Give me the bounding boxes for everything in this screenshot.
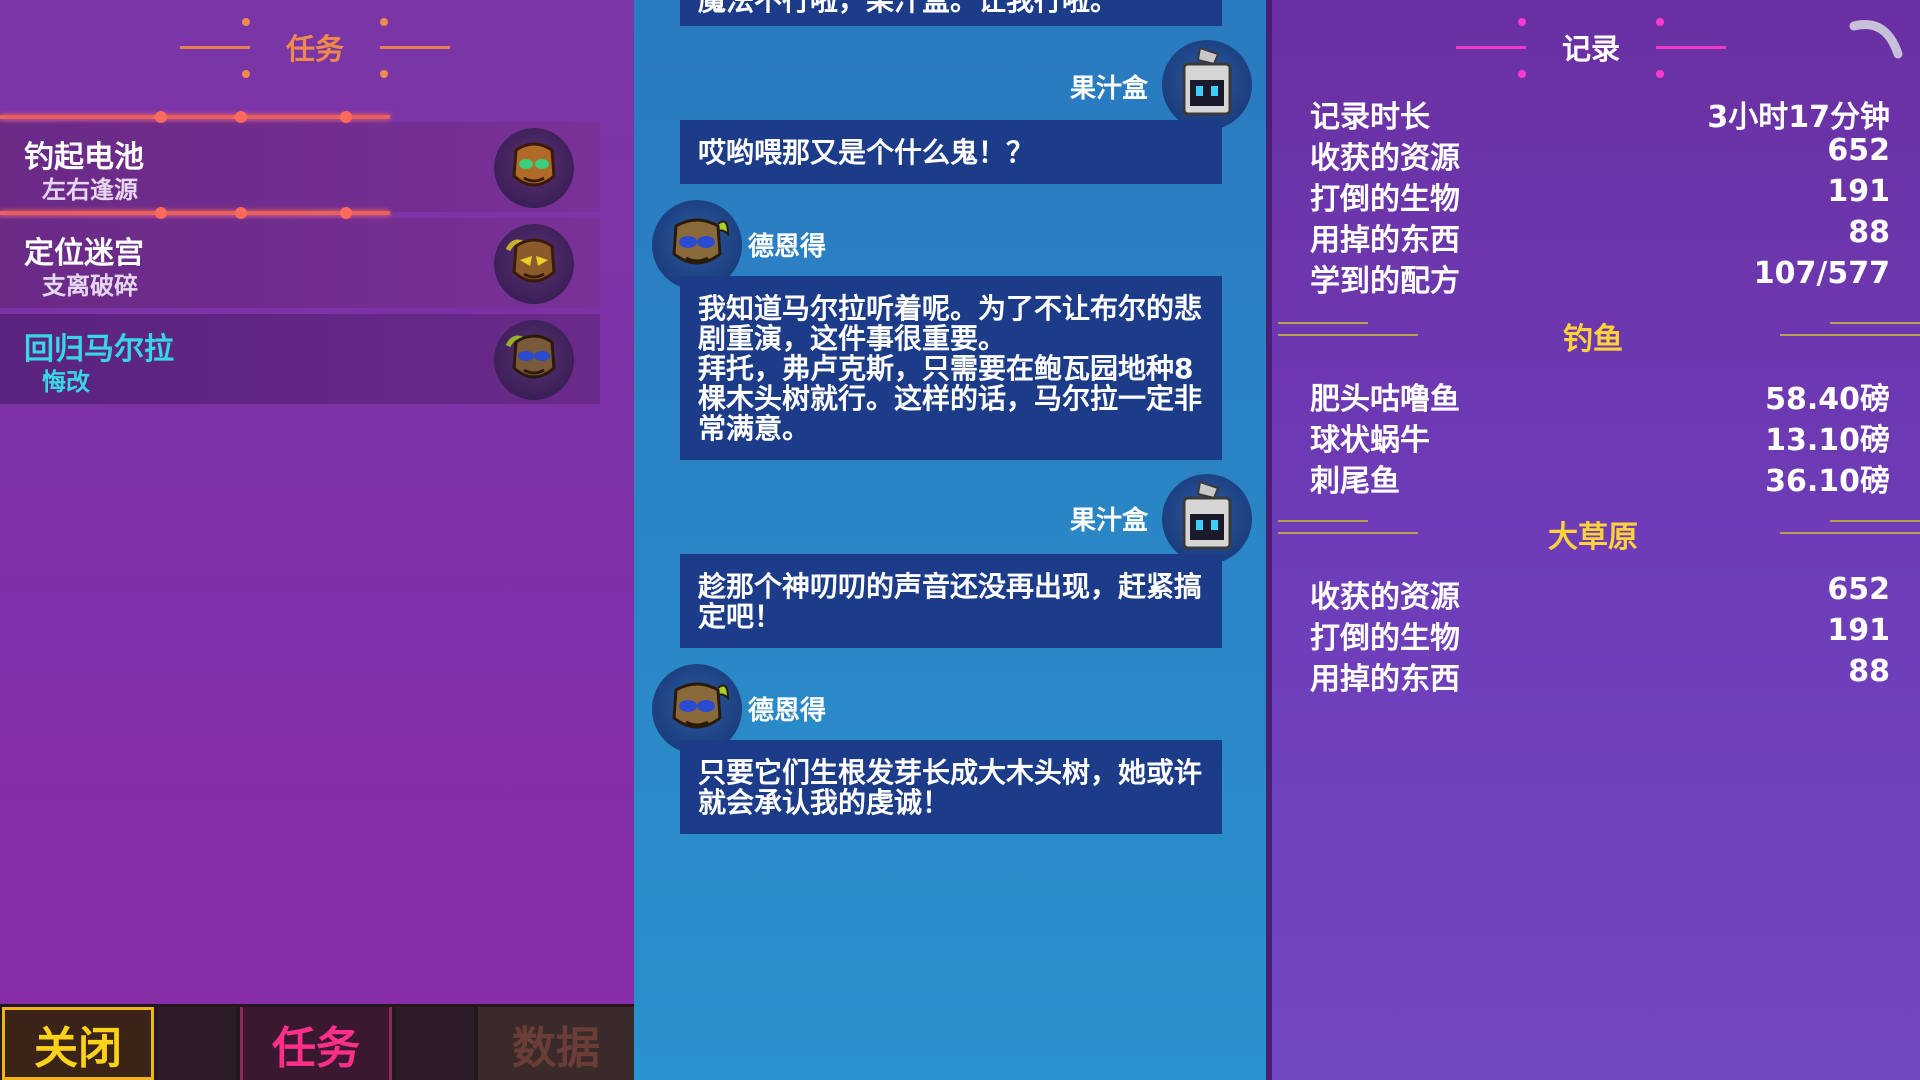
- section-header-fishing: 钓鱼: [1266, 314, 1920, 358]
- dialogue-bubble: 哎哟喂那又是个什么鬼！？: [680, 120, 1222, 184]
- mask-portrait-icon: [494, 320, 574, 400]
- section-header-grassland: 大草原: [1266, 512, 1920, 556]
- dialogue-panel: 魔法不行啦，果汁盒。让我行啦。 果汁盒 哎哟喂那又是个什么鬼！？ 德恩得 我知道…: [634, 0, 1266, 1080]
- dialogue-bubble-partial: 魔法不行啦，果汁盒。让我行啦。: [680, 0, 1222, 26]
- robot-juicebox-icon: [1162, 474, 1252, 564]
- mask-portrait-icon: [494, 224, 574, 304]
- stat-row: 收获的资源 652: [1310, 572, 1890, 615]
- record-panel-header: 记录: [1456, 18, 1726, 78]
- quest-subtitle: 支离破碎: [42, 272, 138, 300]
- dialogue-text: 魔法不行啦，果汁盒。让我行啦。: [698, 0, 1119, 17]
- stat-row: 肥头咕噜鱼 58.40磅: [1310, 374, 1890, 417]
- mask-portrait-icon: [494, 128, 574, 208]
- dialogue-bubble: 只要它们生根发芽长成大木头树，她或许就会承认我的虔诚！: [680, 740, 1222, 834]
- stat-row: 用掉的东西 88: [1310, 215, 1890, 258]
- stat-value: 88: [1848, 654, 1890, 689]
- stat-row: 球状蜗牛 13.10磅: [1310, 415, 1890, 458]
- tab-data[interactable]: 数据: [478, 1007, 634, 1080]
- stat-row: 收获的资源 652: [1310, 133, 1890, 176]
- quest-subtitle: 左右逢源: [42, 176, 138, 204]
- stat-value: 88: [1848, 215, 1890, 250]
- quest-separator: [0, 207, 390, 219]
- stat-value: 652: [1827, 133, 1890, 168]
- stat-label: 记录时长: [1310, 100, 1430, 135]
- stat-row: 刺尾鱼 36.10磅: [1310, 456, 1890, 499]
- dialogue-bubble: 趁那个神叨叨的声音还没再出现，赶紧搞定吧！: [680, 554, 1222, 648]
- quest-item-maze[interactable]: 定位迷宫 支离破碎: [0, 207, 600, 308]
- stat-label: 肥头咕噜鱼: [1310, 382, 1460, 417]
- record-panel-title: 记录: [1561, 32, 1620, 66]
- stat-value: 3小时17分钟: [1707, 100, 1890, 135]
- quest-separator: [0, 111, 390, 123]
- stat-label: 收获的资源: [1310, 580, 1460, 615]
- stat-value: 107/577: [1753, 256, 1890, 291]
- robot-juicebox-icon: [1162, 40, 1252, 130]
- quest-panel-title: 任务: [285, 32, 344, 66]
- stat-value: 191: [1827, 174, 1890, 209]
- stat-value: 13.10磅: [1765, 423, 1890, 458]
- record-panel: 记录 记录时长 3小时17分钟 收获的资源 652 打倒的生物 191 用掉的东…: [1266, 0, 1920, 1080]
- stat-label: 用掉的东西: [1310, 662, 1460, 697]
- stat-label: 球状蜗牛: [1310, 423, 1430, 458]
- stat-row: 打倒的生物 191: [1310, 613, 1890, 656]
- section-title: 钓鱼: [1563, 322, 1623, 357]
- close-button[interactable]: 关闭: [2, 1007, 154, 1080]
- stat-row: 用掉的东西 88: [1310, 654, 1890, 697]
- stat-row: 学到的配方 107/577: [1310, 256, 1890, 299]
- stat-value: 191: [1827, 613, 1890, 648]
- dialogue-text: 趁那个神叨叨的声音还没再出现，赶紧搞定吧！: [698, 570, 1203, 633]
- dialogue-bubble: 我知道马尔拉听着呢。为了不让布尔的悲剧重演，这件事很重要。 拜托，弗卢克斯，只需…: [680, 276, 1222, 460]
- stat-value: 58.40磅: [1765, 382, 1890, 417]
- stat-label: 用掉的东西: [1310, 223, 1460, 258]
- stat-value: 652: [1827, 572, 1890, 607]
- dialogue-text: 我知道马尔拉听着呢。为了不让布尔的悲剧重演，这件事很重要。 拜托，弗卢克斯，只需…: [698, 292, 1203, 445]
- speaker-name: 果汁盒: [1070, 506, 1149, 536]
- quest-item-battery[interactable]: 钓起电池 左右逢源: [0, 111, 600, 212]
- quest-item-return-marla[interactable]: 回归马尔拉 悔改: [0, 314, 600, 404]
- speaker-name: 果汁盒: [1070, 74, 1149, 104]
- quest-subtitle: 悔改: [42, 368, 90, 396]
- tab-quests[interactable]: 任务: [240, 1007, 392, 1080]
- quest-panel-header: 任务: [180, 18, 450, 78]
- stat-label: 刺尾鱼: [1310, 464, 1400, 499]
- section-title: 大草原: [1548, 520, 1638, 555]
- stat-label: 收获的资源: [1310, 141, 1460, 176]
- stat-label: 学到的配方: [1310, 264, 1460, 299]
- dialogue-text: 只要它们生根发芽长成大木头树，她或许就会承认我的虔诚！: [698, 756, 1203, 819]
- stat-label: 打倒的生物: [1310, 182, 1460, 217]
- speaker-name: 德恩得: [748, 696, 827, 726]
- stat-value: 36.10磅: [1765, 464, 1890, 499]
- quest-panel: 任务 钓起电池 左右逢源 定位迷宫 支离破碎 回归马尔拉 悔改 关闭 任务 数据: [0, 0, 634, 1080]
- stat-row: 打倒的生物 191: [1310, 174, 1890, 217]
- stat-row: 记录时长 3小时17分钟: [1310, 92, 1890, 135]
- bottom-tab-bar: 关闭 任务 数据: [0, 1004, 634, 1080]
- speaker-name: 德恩得: [748, 232, 827, 262]
- dialogue-text: 哎哟喂那又是个什么鬼！？: [698, 136, 1035, 169]
- loading-spinner-icon: [1849, 20, 1903, 59]
- stat-label: 打倒的生物: [1310, 621, 1460, 656]
